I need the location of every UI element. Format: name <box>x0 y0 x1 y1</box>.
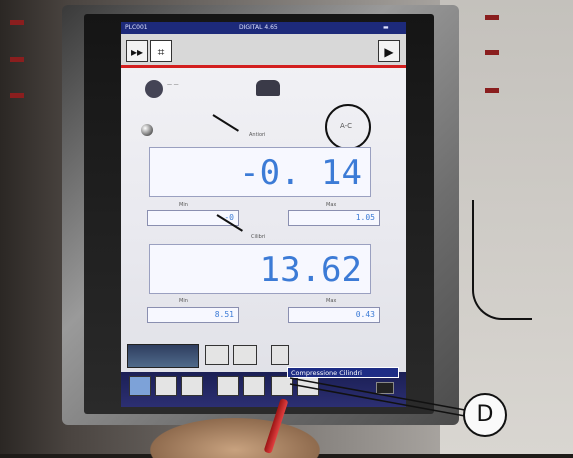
callout-leader <box>289 377 466 417</box>
callout-marker: D <box>463 393 507 437</box>
leader-line-top <box>289 377 466 411</box>
leader-line-bottom <box>289 383 466 417</box>
